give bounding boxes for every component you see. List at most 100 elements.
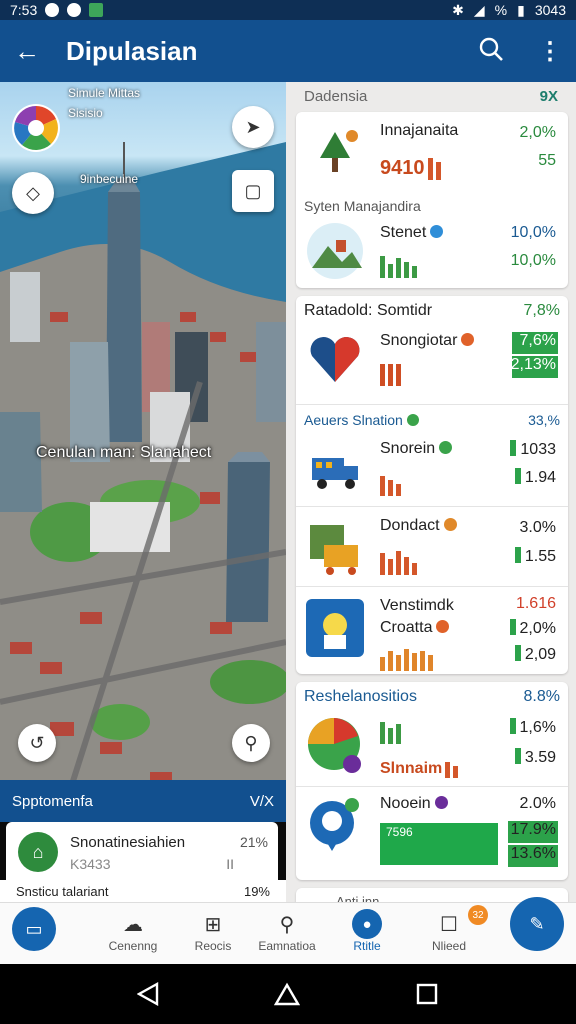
row-title-text: Snorein <box>380 440 436 457</box>
section-label-text: Aeuers Slnation <box>304 411 403 428</box>
recents-icon[interactable] <box>415 982 439 1006</box>
nav-item-reocis[interactable]: ⊞ Reocis <box>178 909 248 954</box>
status-time: 7:53 <box>10 2 38 18</box>
nav-item-cenenng[interactable]: ☁ Cenenng <box>98 909 168 954</box>
leaf-icon: ☁ <box>123 913 143 936</box>
row-title-text: Snongiotar <box>380 332 458 349</box>
location-pin-icon[interactable]: ⚲ <box>232 724 270 762</box>
mini-bar-chart <box>380 716 401 744</box>
row-metric: 9410 <box>380 157 425 179</box>
mini-bar-chart <box>380 468 401 496</box>
alert-icon <box>443 518 457 531</box>
bottom-navigation: ▭ ☁ Cenenng ⊞ Reocis ⚲ Eamnatioa ● Rtitl… <box>0 897 576 964</box>
panel-action[interactable]: 9X <box>540 88 558 105</box>
row-title: Nooein <box>380 795 448 813</box>
list-item[interactable]: Slnnaim 1,6% 3.59 <box>296 712 568 786</box>
mini-bar-chart <box>380 250 417 278</box>
stats-card[interactable]: Ratadold: Somtidr 7,8% Snongiotar 7,6% 2… <box>296 296 568 674</box>
card-title: Ratadold: Somtidr 7,8% <box>296 296 568 326</box>
sheet-footer: Snsticu talariant 19% <box>0 880 286 902</box>
nav-item-eamnatioa[interactable]: ⚲ Eamnatioa <box>252 909 322 954</box>
bluetooth-icon: ✱ <box>452 1 464 18</box>
page-title: Dipulasian <box>66 35 198 66</box>
nav-label: Cenenng <box>108 939 158 953</box>
app-screen: 7:53 ✱ ◢ % ▮ 3043 ← Dipulasian ⋮ Simule … <box>0 0 576 1024</box>
list-item[interactable]: Innajanaita 9410 2,0% 55 <box>296 112 568 194</box>
house-icon: ⌂ <box>18 832 58 872</box>
sheet-footer-label: Snsticu talariant <box>16 883 109 899</box>
stats-card[interactable]: Innajanaita 9410 2,0% 55 Syten Manajandi… <box>296 112 568 288</box>
row-value-text: 1.94 <box>524 469 556 486</box>
search-icon[interactable] <box>478 36 504 67</box>
row-title: Snongiotar <box>380 332 475 350</box>
sheet-action[interactable]: V/X <box>250 793 274 810</box>
home-icon[interactable] <box>273 982 300 1006</box>
location-icon: ● <box>352 909 382 939</box>
truck-icon <box>306 438 364 496</box>
nav-label: Eamnatioa <box>258 939 316 953</box>
landscape-icon <box>307 223 363 279</box>
row-value-text: 1,6% <box>519 719 556 736</box>
row-title-text: Stenet <box>380 224 427 241</box>
card-title: Reshelanositios 8.8% <box>296 682 568 712</box>
tree-icon <box>306 124 364 182</box>
back-arrow-icon[interactable]: ← <box>14 36 50 67</box>
wifi-off-icon: % <box>494 2 508 18</box>
chef-icon <box>306 599 364 657</box>
row-value-secondary: 1.94 <box>514 468 556 487</box>
tablet-icon[interactable]: ▭ <box>12 907 56 951</box>
row-value: 2,0% <box>519 124 556 141</box>
notification-badge: 32 <box>468 905 488 925</box>
row-value-text: 2,09 <box>524 646 556 663</box>
city-map[interactable]: Simule Mittas Sisisio 9inbecuine ➤ ◇ ▢ C… <box>0 82 286 822</box>
card-title-text: Ratadold: Somtidr <box>304 302 433 319</box>
card-title-text: Reshelanositios <box>304 688 417 705</box>
mini-bar-chart <box>380 547 417 575</box>
status-bar: 7:53 ✱ ◢ % ▮ 3043 <box>0 0 576 20</box>
row-value: 10,0% <box>510 224 556 241</box>
alert-icon <box>461 333 475 346</box>
highlight-bar-text: 7596 <box>386 825 413 839</box>
list-item[interactable]: Snorein 1033 1.94 <box>296 434 568 506</box>
recenter-icon[interactable]: ↺ <box>18 724 56 762</box>
note-icon[interactable]: ▢ <box>232 170 274 212</box>
edit-fab-icon[interactable]: ✎ <box>510 897 564 951</box>
list-item[interactable]: Snongiotar 7,6% 2,13% <box>296 326 568 404</box>
system-navigation <box>0 964 576 1024</box>
sheet-footer-value: 19% <box>243 883 270 899</box>
map-label: 9inbecuine <box>80 172 139 186</box>
app-notification-icon <box>67 3 82 17</box>
sheet-header[interactable]: Spptomenfa V/X <box>0 780 286 822</box>
mini-bar-chart: Slnnaim <box>380 750 459 778</box>
heart-icon <box>310 337 360 382</box>
list-item[interactable]: Venstimdk Croatta 1.616 2,0% 2,09 <box>296 586 568 674</box>
row-value: 7,6% <box>519 332 556 349</box>
row-value: 3.0% <box>519 519 556 536</box>
row-title-text: Slnnaim <box>380 760 443 777</box>
row-title: Stenet <box>380 224 444 242</box>
row-value-text: 1033 <box>520 441 556 458</box>
status-right-text: 3043 <box>534 2 566 18</box>
list-item[interactable]: Stenet 10,0% 10,0% <box>296 218 568 288</box>
back-triangle-icon[interactable] <box>137 982 159 1006</box>
signal-icon: ◢ <box>473 1 485 18</box>
pie-chart-icon <box>308 718 361 773</box>
alert-icon <box>436 620 450 633</box>
row-subtitle: Croatta <box>380 619 450 637</box>
sheet-title: Spptomenfa <box>12 792 93 810</box>
stats-card[interactable]: Reshelanositios 8.8% Slnnaim 1,6% 3.59 N… <box>296 682 568 880</box>
row-title: Venstimdk <box>380 597 454 614</box>
list-item[interactable]: Nooein 7596 2.0% 17.9% 13.6% <box>296 786 568 880</box>
status-icon <box>439 441 453 454</box>
nav-label: Rtitle <box>353 939 381 953</box>
row-value-text: 3.59 <box>524 749 556 766</box>
layers-icon[interactable]: ◇ <box>12 172 54 214</box>
row-value-secondary: 17.9% <box>510 821 556 838</box>
navigate-icon[interactable]: ➤ <box>232 106 274 148</box>
list-item[interactable]: Dondact 3.0% 1.55 <box>296 506 568 586</box>
row-title: Snorein <box>380 440 453 458</box>
section-label: Aeuers Slnation 33,% <box>296 404 568 434</box>
nav-item-rtitle[interactable]: ● Rtitle <box>332 909 402 953</box>
more-vert-icon[interactable]: ⋮ <box>538 37 562 66</box>
search-icon: ⚲ <box>279 913 295 936</box>
